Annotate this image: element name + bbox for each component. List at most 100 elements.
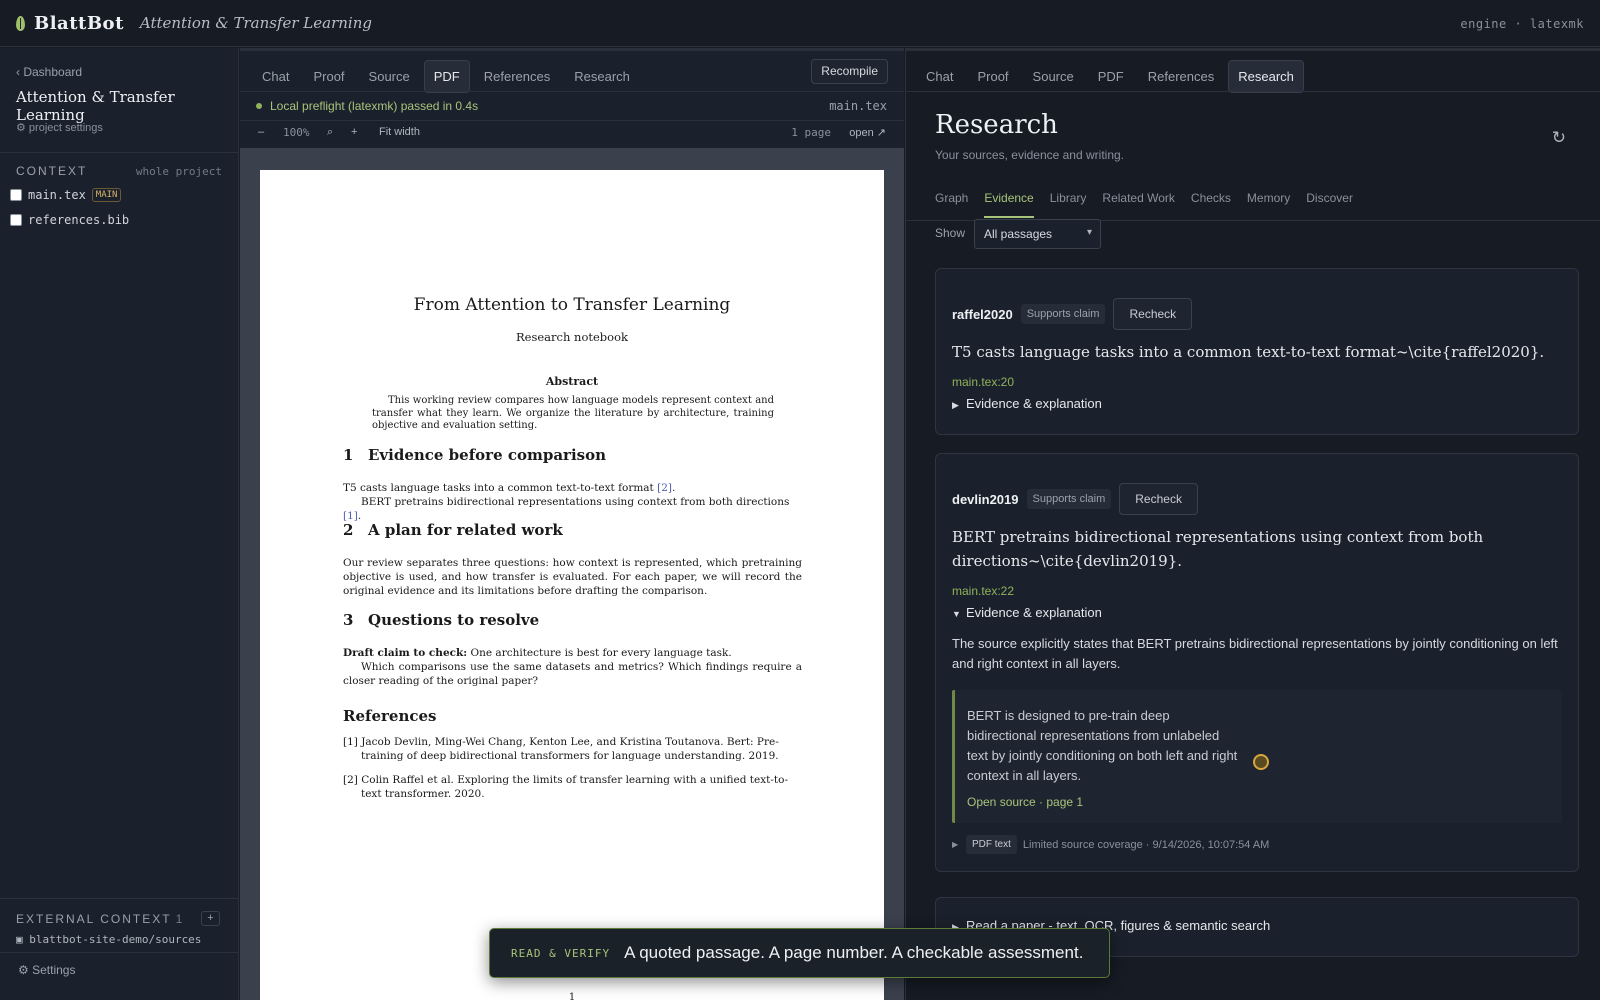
page-subtitle: Your sources, evidence and writing. [935, 148, 1124, 162]
page-count: 1 page [791, 126, 831, 139]
pdf-text: T5 casts language tasks into a common te… [343, 482, 658, 494]
pdf-paragraph: Draft claim to check: One architecture i… [343, 646, 802, 660]
subtab-evidence[interactable]: Evidence [984, 191, 1034, 218]
feature-toast: READ & VERIFY A quoted passage. A page n… [489, 928, 1110, 978]
show-filter-select[interactable]: All passages ▾ [974, 219, 1101, 249]
cursor-indicator-icon [1253, 754, 1269, 770]
sidebar: ‹ Dashboard Attention & Transfer Learnin… [0, 48, 239, 1000]
file-row-main-tex[interactable]: main.tex MAIN [10, 188, 122, 202]
fit-width-button[interactable]: Fit width [379, 126, 420, 138]
recheck-button[interactable]: Recheck [1113, 298, 1193, 330]
app-logo[interactable]: BlattBot [34, 13, 124, 34]
zoom-in-button[interactable]: + [351, 126, 357, 138]
add-external-context-button[interactable]: + [201, 911, 220, 926]
pdf-citation[interactable]: [2] [657, 482, 672, 494]
external-context-label: EXTERNAL CONTEXT [16, 912, 172, 926]
triangle-right-icon: ▶ [952, 400, 959, 410]
subtab-library[interactable]: Library [1050, 191, 1087, 218]
evidence-card: raffel2020 Supports claim Recheck T5 cas… [935, 268, 1579, 435]
page-title: Research [935, 110, 1058, 140]
external-context-count: 1 [175, 912, 183, 926]
section-title: Evidence before comparison [368, 446, 607, 464]
sidebar-project-title: Attention & Transfer Learning [16, 88, 175, 124]
section-title: Questions to resolve [368, 611, 540, 629]
evidence-details-toggle[interactable]: ▼ Evidence & explanation [952, 605, 1102, 620]
dashboard-link[interactable]: ‹ Dashboard [16, 65, 82, 79]
recompile-button[interactable]: Recompile [811, 59, 888, 84]
pdf-viewport[interactable]: From Attention to Transfer Learning Rese… [240, 148, 904, 1000]
pdf-subtitle: Research notebook [516, 330, 628, 344]
subtab-discover[interactable]: Discover [1306, 191, 1353, 218]
tab-proof[interactable]: Proof [303, 60, 354, 93]
research-pane: Chat Proof Source PDF References Researc… [905, 48, 1600, 1000]
section-number: 3 [343, 611, 354, 629]
file-checkbox[interactable] [10, 189, 22, 201]
pdf-page-number: 1 [568, 992, 576, 1000]
zoom-out-button[interactable]: – [258, 126, 264, 138]
tab-chat[interactable]: Chat [252, 60, 299, 93]
tab-references[interactable]: References [474, 60, 560, 93]
tab-source[interactable]: Source [1023, 60, 1084, 93]
pdf-paragraph: Which comparisons use the same datasets … [343, 661, 802, 687]
tab-proof[interactable]: Proof [967, 60, 1018, 93]
pdf-reference: [1] Jacob Devlin, Ming-Wei Chang, Kenton… [343, 736, 779, 762]
pdf-abstract-heading: Abstract [545, 375, 599, 388]
tab-pdf[interactable]: PDF [1088, 60, 1134, 93]
external-context-item[interactable]: ▣ blattbot-site-demo/sources [16, 933, 201, 946]
pane-resize-handle[interactable] [240, 48, 904, 51]
pdf-toolbar: – 100% ⌕ + Fit width 1 page open ↗ [240, 121, 904, 147]
source-location-link[interactable]: main.tex:22 [952, 584, 1014, 598]
subtab-memory[interactable]: Memory [1247, 191, 1290, 218]
preflight-status: Local preflight (latexmk) passed in 0.4s [256, 99, 478, 113]
settings-link[interactable]: ⚙ Settings [18, 963, 75, 977]
file-checkbox[interactable] [10, 214, 22, 226]
source-meta-row[interactable]: ▶ PDF text Limited source coverage · 9/1… [952, 835, 1269, 854]
project-settings-link[interactable]: ⚙ project settings [16, 121, 103, 134]
pdf-paragraph: Our review separates three questions: ho… [343, 557, 802, 597]
tab-research[interactable]: Research [564, 60, 640, 93]
subtab-checks[interactable]: Checks [1191, 191, 1231, 218]
subtab-related-work[interactable]: Related Work [1102, 191, 1174, 218]
subtab-graph[interactable]: Graph [935, 191, 968, 218]
main-badge: MAIN [91, 188, 122, 202]
pane-resize-handle[interactable] [906, 48, 1600, 51]
recheck-button[interactable]: Recheck [1119, 483, 1198, 515]
divider [240, 91, 904, 92]
citation-key: raffel2020 [952, 306, 1013, 322]
pdf-paragraph: BERT pretrains bidirectional representat… [343, 496, 790, 522]
file-name[interactable]: main.tex [28, 188, 86, 202]
evidence-details-toggle[interactable]: ▶ Evidence & explanation [952, 396, 1102, 411]
pdf-bold-text: Draft claim to check: [343, 647, 468, 659]
tab-chat[interactable]: Chat [916, 60, 963, 93]
status-dot-icon [256, 103, 262, 109]
card-header: devlin2019 Supports claim Recheck [952, 483, 1198, 515]
tab-research[interactable]: Research [1228, 59, 1304, 93]
pdf-text: One architecture is best for every langu… [467, 647, 732, 659]
pdf-section-heading: 3 Questions to resolve [343, 611, 539, 629]
source-location-link[interactable]: main.tex:20 [952, 375, 1014, 389]
divider [0, 952, 239, 953]
show-filter-value: All passages [984, 227, 1053, 241]
divider [0, 152, 239, 153]
open-source-link[interactable]: Open source · page 1 [967, 795, 1083, 809]
evidence-explanation: The source explicitly states that BERT p… [952, 636, 1558, 671]
section-title: A plan for related work [368, 521, 563, 539]
tab-source[interactable]: Source [359, 60, 420, 93]
context-heading: CONTEXT [16, 164, 88, 178]
file-row-references-bib[interactable]: references.bib [10, 213, 129, 227]
zoom-reset-icon[interactable]: ⌕ [327, 126, 333, 139]
refresh-icon[interactable]: ↻ [1552, 128, 1566, 148]
open-pdf-link[interactable]: open ↗ [849, 126, 886, 139]
section-number: 1 [343, 446, 354, 464]
engine-label: engine · latexmk [1460, 17, 1584, 31]
context-scope[interactable]: whole project [136, 165, 222, 178]
details-label: Evidence & explanation [966, 396, 1102, 411]
pdf-abstract: This working review compares how languag… [372, 395, 774, 431]
chevron-down-icon: ▾ [1086, 227, 1092, 238]
pdf-title: From Attention to Transfer Learning [413, 295, 731, 315]
file-name[interactable]: references.bib [28, 213, 129, 227]
tab-references[interactable]: References [1138, 60, 1224, 93]
pdf-reference: [2] Colin Raffel et al. Exploring the li… [343, 774, 788, 800]
tab-pdf[interactable]: PDF [423, 59, 470, 93]
external-context-heading: EXTERNAL CONTEXT 1 [16, 912, 182, 926]
